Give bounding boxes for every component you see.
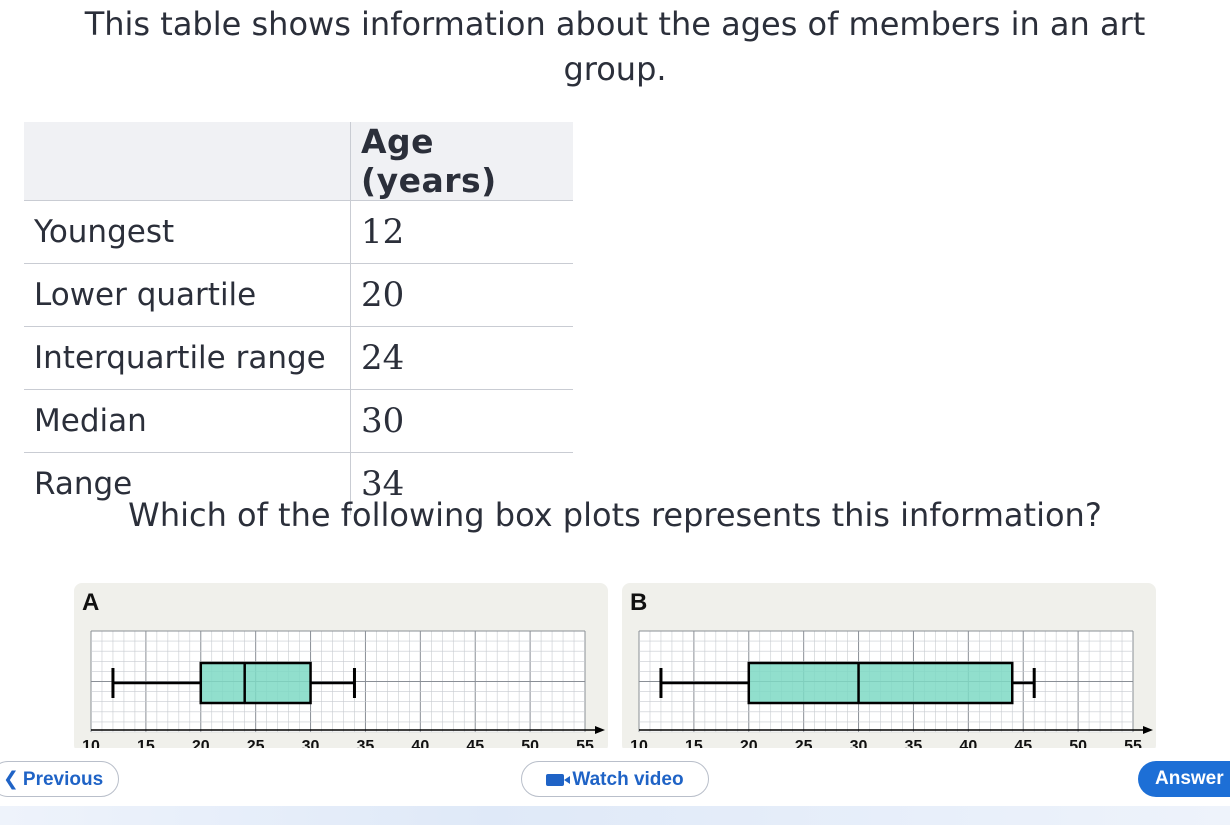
- iqr-box: [747, 661, 1014, 705]
- row-value: 30: [350, 389, 573, 453]
- table-row: Lower quartile 20: [24, 263, 573, 327]
- answer-button[interactable]: Answer: [1138, 761, 1230, 797]
- question-text: Which of the following box plots represe…: [128, 496, 1102, 534]
- watch-video-button[interactable]: Watch video: [521, 761, 709, 797]
- table-header-age: Age (years): [350, 122, 573, 201]
- previous-button[interactable]: ❮ Previous: [0, 761, 119, 797]
- option-b-card[interactable]: B 10 15 20 25 30 35 40 45 50 55: [622, 583, 1156, 753]
- row-value: 20: [350, 263, 573, 327]
- row-value: 12: [350, 200, 573, 264]
- answer-label: Answer: [1155, 768, 1224, 789]
- table-row: Interquartile range 24: [24, 326, 573, 390]
- previous-label: Previous: [22, 769, 104, 790]
- table-header-blank: [24, 122, 351, 201]
- video-camera-icon: [546, 774, 571, 786]
- table-row: Youngest 12: [24, 200, 573, 264]
- boxplot-b: 10 15 20 25 30 35 40 45 50 55: [630, 630, 1153, 753]
- chevron-left-icon: ❮: [3, 769, 19, 790]
- row-label: Interquartile range: [24, 326, 351, 390]
- row-value: 24: [350, 326, 573, 390]
- table-row: Median 30: [24, 389, 573, 453]
- iqr-box: [199, 661, 312, 705]
- x-axis-arrow: [1143, 726, 1153, 734]
- age-info-table: Age (years) Youngest 12 Lower quartile 2…: [24, 122, 573, 515]
- option-a-card[interactable]: A 10 15 20 25 30 35 40 45 50 55: [74, 583, 608, 753]
- table-header-row: Age (years): [24, 122, 573, 201]
- watch-video-label: Watch video: [572, 769, 684, 790]
- row-label: Median: [24, 389, 351, 453]
- boxplot-a: 10 15 20 25 30 35 40 45 50 55: [82, 630, 605, 753]
- x-axis-arrow: [595, 726, 605, 734]
- row-label: Lower quartile: [24, 263, 351, 327]
- question-prompt: This table shows information about the a…: [84, 5, 1146, 88]
- row-label: Youngest: [24, 200, 351, 264]
- bottom-strip: [0, 806, 1230, 825]
